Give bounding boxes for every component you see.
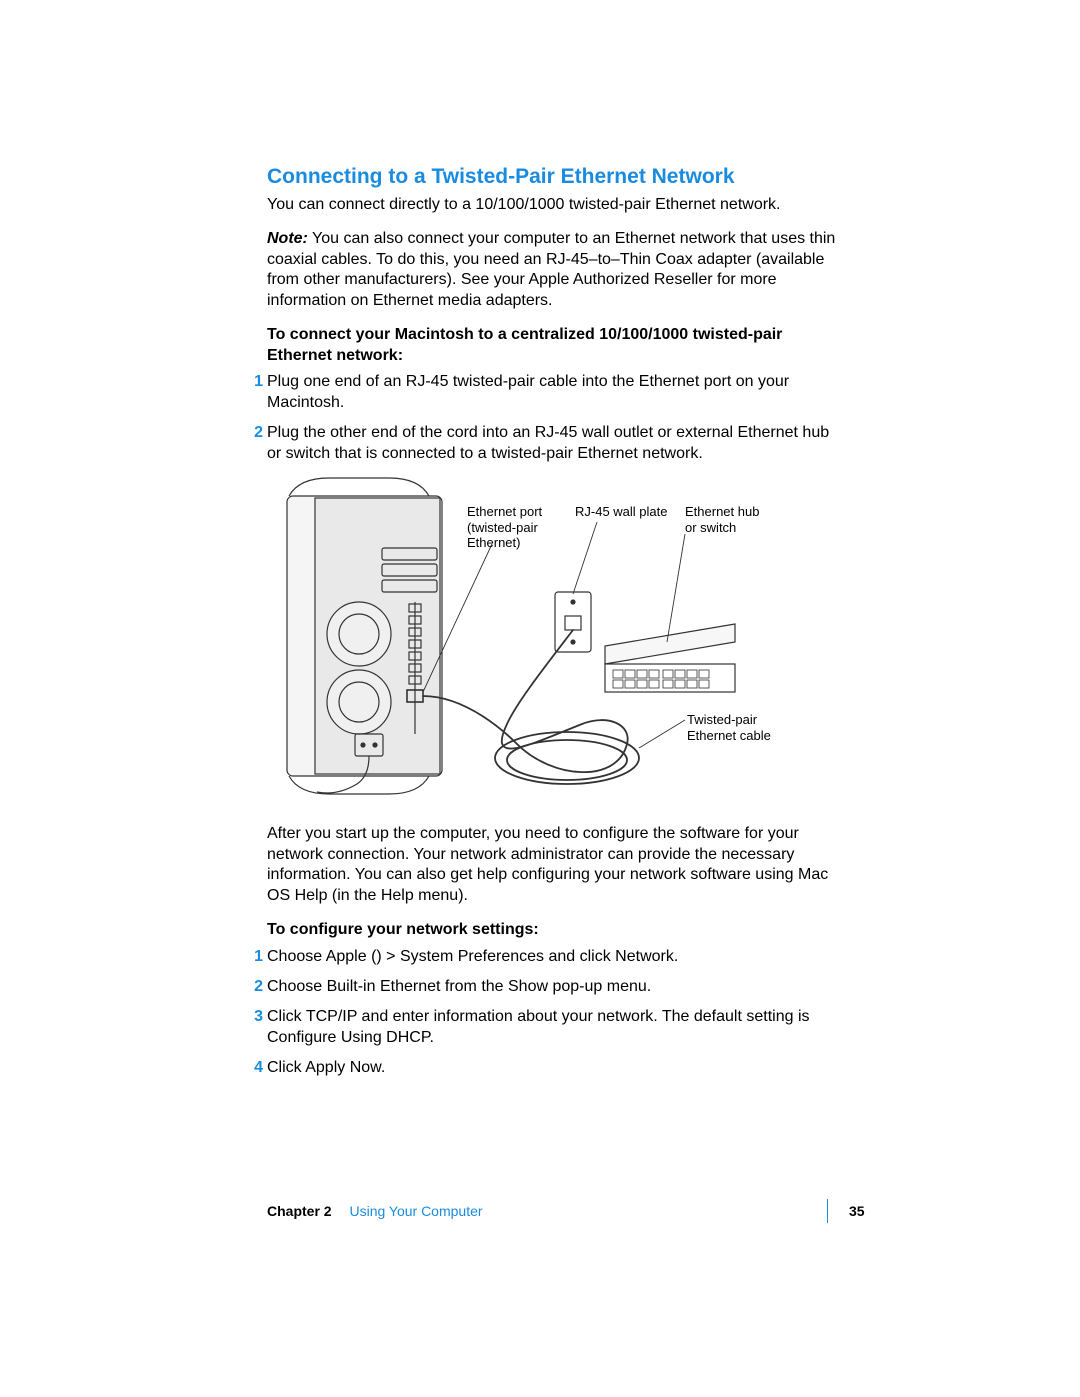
step-number: 1 [245,372,263,392]
content-column: Connecting to a Twisted-Pair Ethernet Ne… [267,165,843,1089]
step-number: 2 [245,977,263,997]
ethernet-diagram: Ethernet port (twisted-pair Ethernet) RJ… [267,474,843,806]
document-page: Connecting to a Twisted-Pair Ethernet Ne… [0,0,1080,1397]
step-text: Click TCP/IP and enter information about… [267,1008,810,1045]
intro-paragraph: You can connect directly to a 10/100/100… [267,195,843,215]
footer-page-number: 35 [849,1203,865,1219]
callout-ethernet-hub: Ethernet hub or switch [685,504,775,535]
step-text: Click Apply Now. [267,1059,385,1076]
steps-configure: 1 Choose Apple () > System Preferences a… [267,947,843,1079]
list-item: 3 Click TCP/IP and enter information abo… [267,1007,843,1048]
step-number: 3 [245,1007,263,1027]
callout-ethernet-cable: Twisted-pair Ethernet cable [687,712,787,743]
section-heading: Connecting to a Twisted-Pair Ethernet Ne… [267,165,843,189]
step-number: 2 [245,423,263,443]
subhead-configure: To configure your network settings: [267,920,843,940]
callout-wall-plate: RJ-45 wall plate [575,504,668,520]
steps-connect: 1 Plug one end of an RJ-45 twisted-pair … [267,372,843,464]
step-text: Plug one end of an RJ-45 twisted-pair ca… [267,373,789,410]
footer-chapter-title: Using Your Computer [349,1203,482,1219]
step-number: 4 [245,1058,263,1078]
subhead-connect: To connect your Macintosh to a centraliz… [267,325,843,366]
step-text: Choose Built-in Ethernet from the Show p… [267,978,651,995]
footer-chapter-label: Chapter 2 [267,1203,332,1219]
step-text: Plug the other end of the cord into an R… [267,424,829,461]
step-text: Choose Apple () > System Preferences and… [267,948,678,965]
list-item: 2 Choose Built-in Ethernet from the Show… [267,977,843,997]
note-label: Note: [267,230,308,247]
after-diagram-paragraph: After you start up the computer, you nee… [267,824,843,906]
step-number: 1 [245,947,263,967]
note-paragraph: Note: You can also connect your computer… [267,229,843,311]
list-item: 1 Choose Apple () > System Preferences a… [267,947,843,967]
footer-separator [827,1199,828,1223]
list-item: 2 Plug the other end of the cord into an… [267,423,843,464]
list-item: 1 Plug one end of an RJ-45 twisted-pair … [267,372,843,413]
page-footer: Chapter 2 Using Your Computer 35 [267,1203,867,1227]
list-item: 4 Click Apply Now. [267,1058,843,1078]
callout-ethernet-port: Ethernet port (twisted-pair Ethernet) [467,504,557,551]
note-text: You can also connect your computer to an… [267,230,835,308]
